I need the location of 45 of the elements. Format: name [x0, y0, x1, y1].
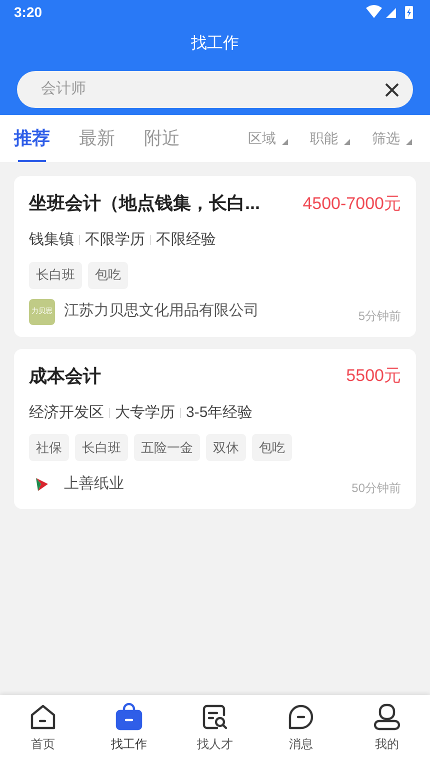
page-title: 找工作 [191, 34, 239, 54]
home-icon [29, 703, 57, 731]
nav-tab[interactable]: 消息 [258, 695, 344, 766]
job-tag: 包吃 [88, 262, 128, 288]
job-requirement: 不限经验 [156, 230, 216, 250]
job-requirement: 不限学历 [85, 230, 145, 250]
chat-icon [287, 703, 315, 731]
post-time: 5分钟前 [358, 308, 401, 324]
status-icons [366, 5, 416, 19]
job-tag: 双休 [206, 434, 246, 461]
filter-dropdown[interactable]: 职能 [310, 128, 350, 149]
nav-tab[interactable]: 我的 [344, 695, 430, 766]
job-tag: 长白班 [29, 262, 82, 288]
job-tag: 社保 [29, 434, 69, 461]
job-card[interactable]: 成本会计 5500元 经济开发区 大专学历 3-5年经验 社保 长白班 五险一金 双休 包吃 上善纸业 50分钟前 [14, 348, 416, 509]
caret-icon [406, 139, 412, 145]
close-icon[interactable] [385, 82, 399, 96]
status-time: 3:20 [14, 2, 42, 22]
tab[interactable]: 附近 [144, 115, 180, 162]
caret-icon [344, 139, 350, 145]
company-name: 上善纸业 [64, 474, 124, 494]
nav-tab[interactable]: 找人才 [172, 695, 258, 766]
post-time: 50分钟前 [352, 480, 401, 497]
salary: 4500-7000元 [302, 192, 401, 215]
job-tag: 长白班 [75, 434, 128, 461]
job-requirement: 大专学历 [115, 402, 175, 422]
job-tag: 包吃 [252, 434, 292, 461]
job-requirement: 经济开发区 [29, 402, 104, 422]
company-name: 江苏力贝思文化用品有限公司 [64, 301, 259, 322]
salary: 5500元 [346, 365, 401, 388]
job-title: 成本会计 [29, 364, 101, 388]
nav-tab[interactable]: 首页 [0, 695, 86, 766]
tab[interactable]: 最新 [79, 115, 115, 162]
job-tag: 五险一金 [134, 434, 200, 461]
job-requirement: 钱集镇 [29, 230, 74, 250]
nav-tab[interactable]: 找工作 [86, 695, 172, 766]
filter-dropdown[interactable]: 筛选 [372, 128, 412, 149]
job-requirement: 3-5年经验 [186, 402, 253, 422]
filter-dropdown[interactable]: 区域 [248, 128, 288, 149]
job-title: 坐班会计（地点钱集，长白... [29, 192, 260, 215]
tab[interactable]: 推荐 [14, 115, 50, 162]
user-icon [373, 703, 401, 731]
document-search-icon [201, 703, 229, 731]
caret-icon [282, 139, 288, 145]
briefcase-icon [115, 703, 143, 731]
